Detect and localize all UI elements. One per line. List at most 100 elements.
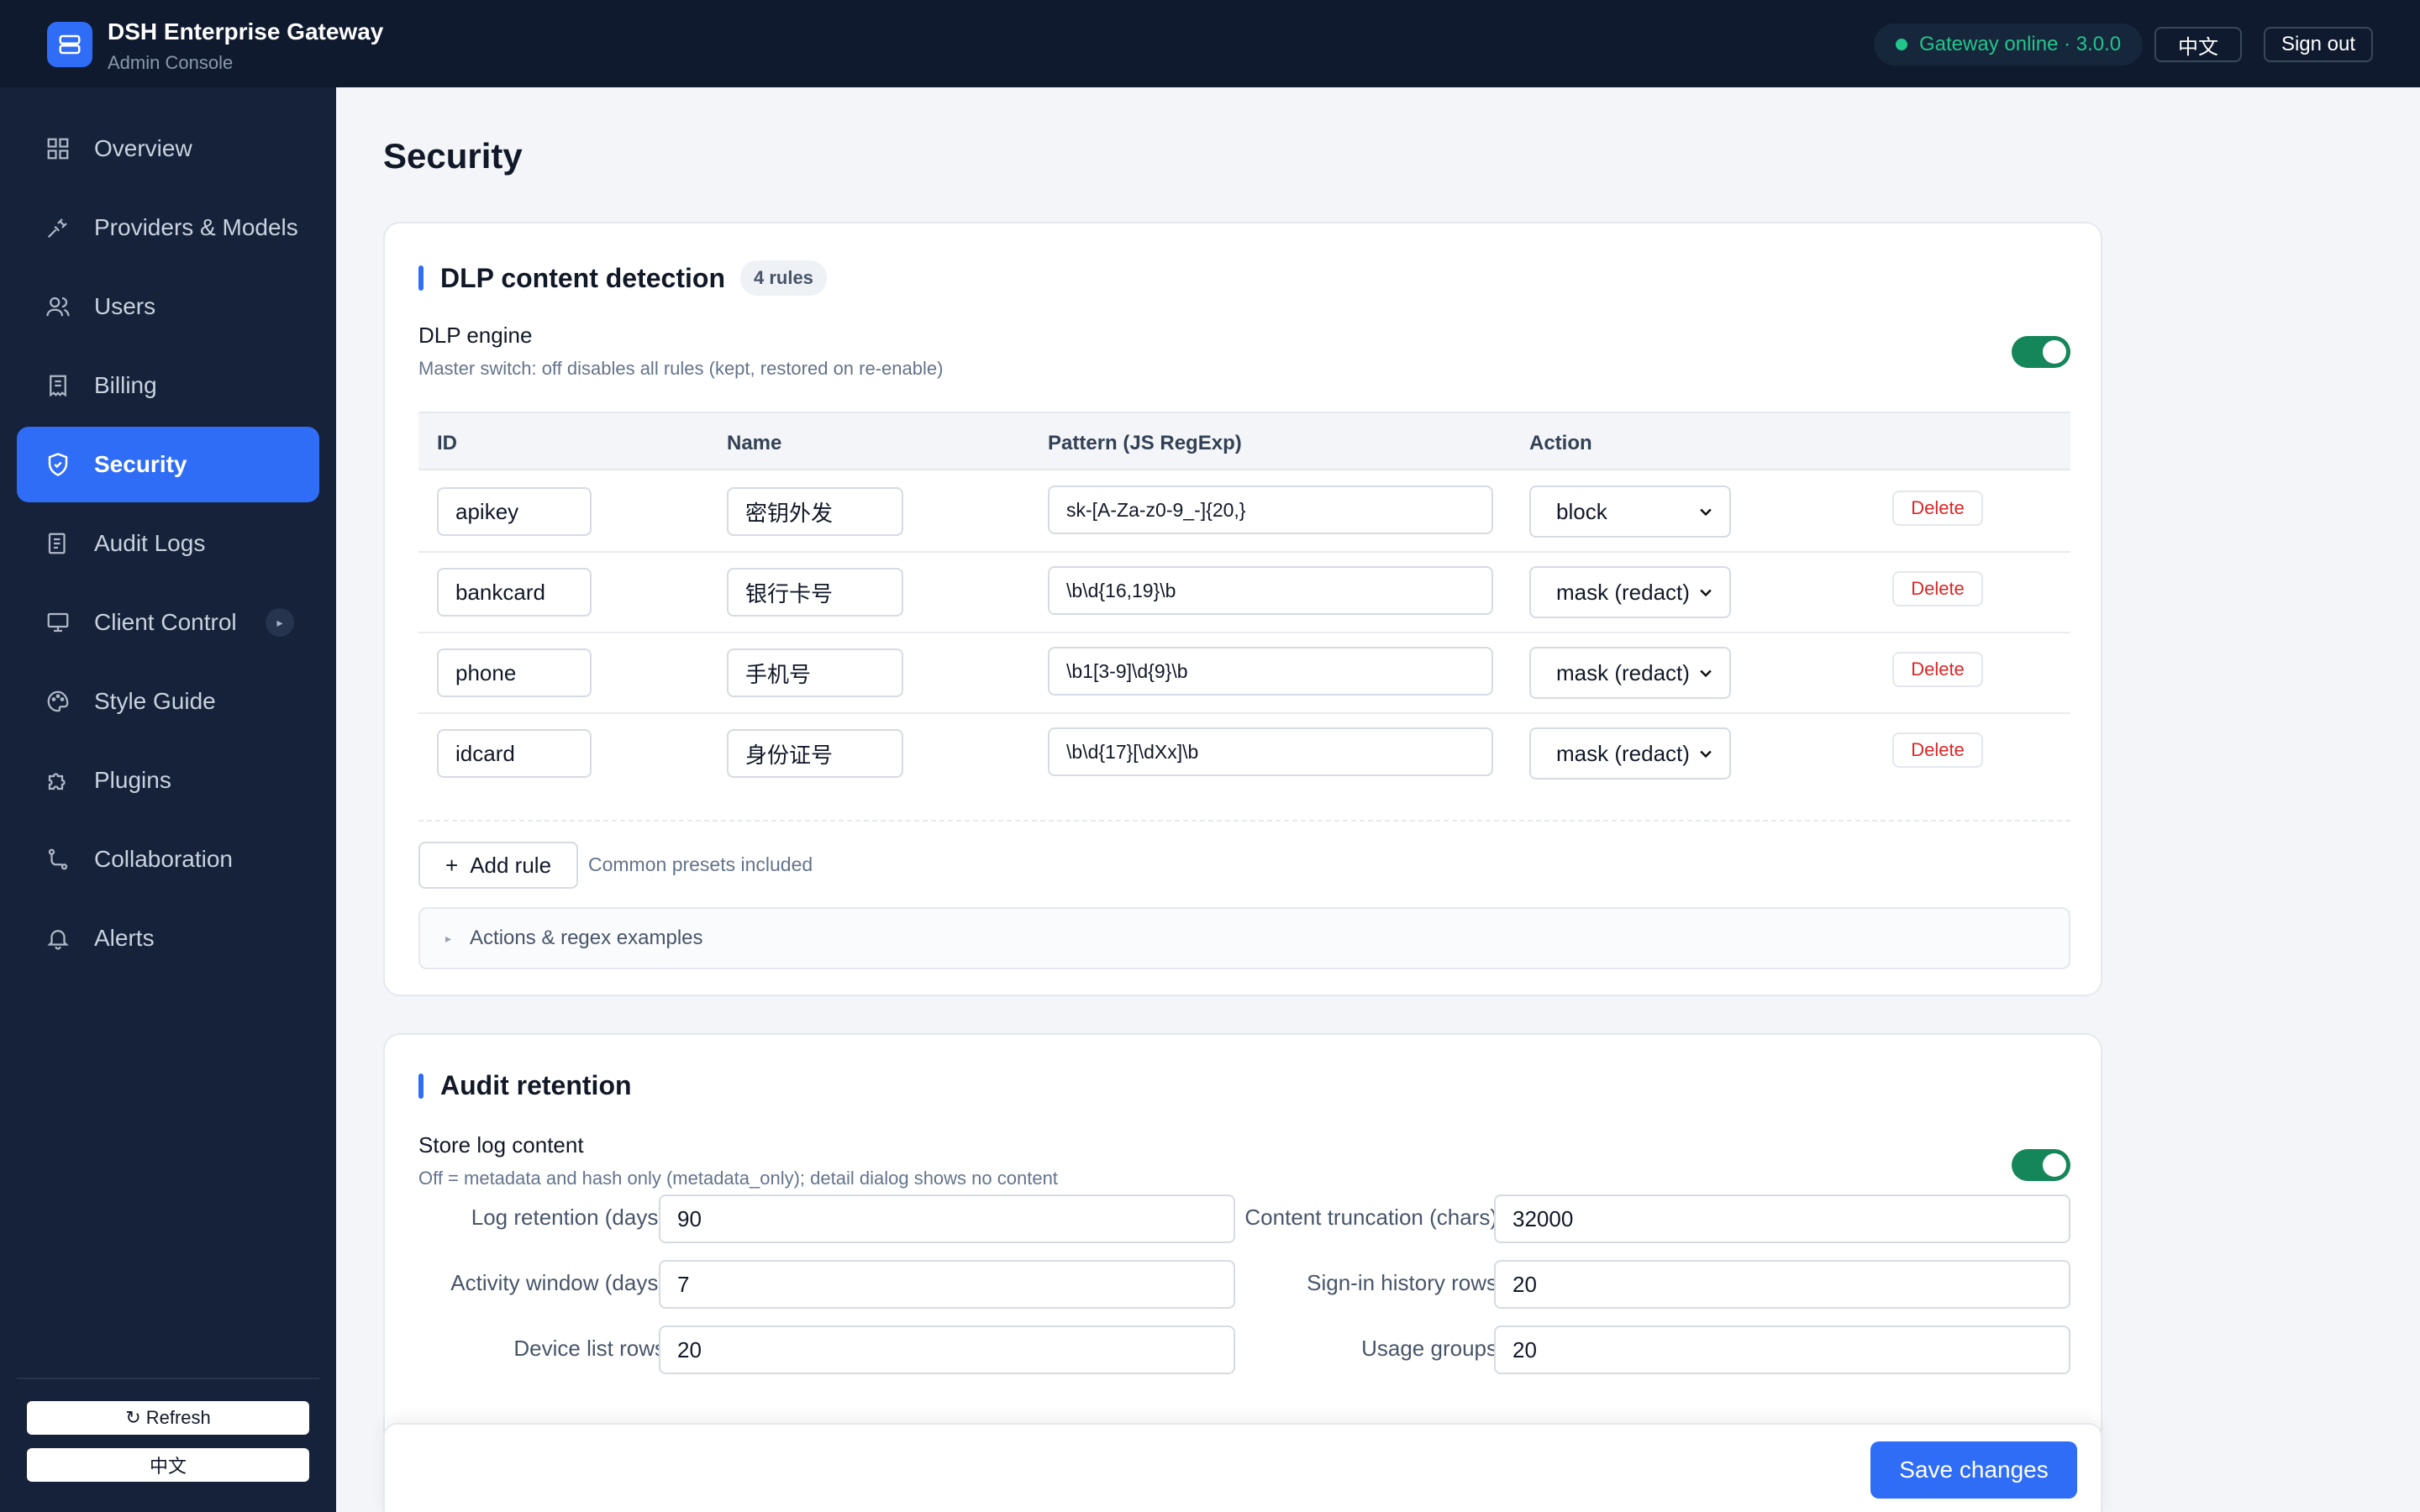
app-subtitle: Admin Console xyxy=(108,52,234,73)
rule-count-badge: 4 rules xyxy=(739,260,827,296)
delete-rule-button[interactable]: Delete xyxy=(1892,732,1983,768)
rule-name-input[interactable]: 密钥外发 xyxy=(727,487,903,536)
dlp-engine-label: DLP engine xyxy=(418,323,533,348)
title-accent-bar xyxy=(418,265,424,291)
sidebar-language-button[interactable]: 中文 xyxy=(27,1448,309,1482)
add-rule-label: Add rule xyxy=(470,852,552,878)
title-accent-bar xyxy=(418,1073,424,1099)
column-header-id: ID xyxy=(437,432,457,454)
rule-name-input[interactable]: 身份证号 xyxy=(727,729,903,778)
sidebar-item-overview[interactable]: Overview xyxy=(17,111,319,186)
add-rule-hint: Common presets included xyxy=(588,853,813,875)
sidebar-item-label: Users xyxy=(94,293,156,319)
column-header-name: Name xyxy=(727,432,782,454)
sidebar-item-security[interactable]: Security xyxy=(17,427,319,502)
sidebar-item-label: Plugins xyxy=(94,767,171,793)
shield-icon xyxy=(44,450,72,479)
plug-icon xyxy=(44,213,72,242)
rule-id-input[interactable]: phone xyxy=(437,648,592,697)
rule-action-select[interactable]: mask (redact) xyxy=(1529,566,1731,618)
sidebar-item-providers[interactable]: Providers & Models xyxy=(17,190,319,265)
sidebar-item-style-guide[interactable]: Style Guide xyxy=(17,664,319,739)
toggle-knob xyxy=(2043,340,2066,364)
sidebar-item-plugins[interactable]: Plugins xyxy=(17,743,319,818)
sidebar-item-label: Style Guide xyxy=(94,688,216,714)
column-header-pattern: Pattern (JS RegExp) xyxy=(1048,432,1242,454)
sidebar-item-client-control[interactable]: Client Control ▸ xyxy=(17,585,319,660)
rule-action-select[interactable]: mask (redact) xyxy=(1529,727,1731,780)
sidebar-item-label: Audit Logs xyxy=(94,530,206,556)
table-row: phone 手机号 \b1[3-9]\d{9}\b mask (redact) … xyxy=(418,633,2070,714)
signin-history-input[interactable]: 20 xyxy=(1494,1260,2070,1309)
sidebar-item-collaboration[interactable]: Collaboration xyxy=(17,822,319,897)
sidebar-item-label: Collaboration xyxy=(94,846,233,872)
audit-title-text: Audit retention xyxy=(440,1070,632,1100)
log-icon xyxy=(44,529,72,558)
sidebar-item-label: Client Control xyxy=(94,609,237,635)
rule-pattern-input[interactable]: sk-[A-Za-z0-9_-]{20,} xyxy=(1048,486,1493,534)
content-truncation-label: Content truncation (chars) xyxy=(1244,1205,1497,1230)
app-title: DSH Enterprise Gateway xyxy=(108,18,384,45)
toggle-knob xyxy=(2043,1153,2066,1177)
rule-action-value: mask (redact) xyxy=(1556,579,1690,605)
content-truncation-input[interactable]: 32000 xyxy=(1494,1194,2070,1243)
top-bar: DSH Enterprise Gateway Admin Console Gat… xyxy=(0,0,2420,87)
sidebar-item-audit-logs[interactable]: Audit Logs xyxy=(17,506,319,581)
sidebar-divider xyxy=(17,1378,319,1379)
usage-groups-input[interactable]: 20 xyxy=(1494,1326,2070,1374)
rule-pattern-input[interactable]: \b1[3-9]\d{9}\b xyxy=(1048,647,1493,696)
rule-name-input[interactable]: 手机号 xyxy=(727,648,903,697)
route-icon xyxy=(44,845,72,874)
chevron-down-icon xyxy=(1700,669,1712,678)
sidebar-item-label: Overview xyxy=(94,135,192,161)
sign-out-button[interactable]: Sign out xyxy=(2264,27,2373,62)
table-row: apikey 密钥外发 sk-[A-Za-z0-9_-]{20,} block … xyxy=(418,472,2070,553)
users-icon xyxy=(44,292,72,321)
status-dot-icon xyxy=(1896,39,1907,50)
puzzle-icon xyxy=(44,766,72,795)
store-content-toggle[interactable] xyxy=(2012,1149,2070,1181)
sidebar-item-billing[interactable]: Billing xyxy=(17,348,319,423)
regex-examples-disclosure[interactable]: ▸ Actions & regex examples xyxy=(418,907,2070,969)
rule-id-input[interactable]: bankcard xyxy=(437,568,592,617)
expand-chevron-icon[interactable]: ▸ xyxy=(266,608,294,637)
sidebar-item-users[interactable]: Users xyxy=(17,269,319,344)
delete-rule-button[interactable]: Delete xyxy=(1892,652,1983,687)
device-list-input[interactable]: 20 xyxy=(659,1326,1235,1374)
rule-action-value: mask (redact) xyxy=(1556,659,1690,685)
refresh-button[interactable]: ↻ Refresh xyxy=(27,1401,309,1435)
sidebar-item-alerts[interactable]: Alerts xyxy=(17,900,319,976)
activity-window-input[interactable]: 7 xyxy=(659,1260,1235,1309)
add-rule-button[interactable]: + Add rule xyxy=(418,842,579,889)
gateway-status-text: Gateway online · 3.0.0 xyxy=(1919,33,2122,55)
rule-id-input[interactable]: apikey xyxy=(437,487,592,536)
rule-action-value: mask (redact) xyxy=(1556,740,1690,766)
dlp-title-text: DLP content detection xyxy=(440,262,725,293)
dlp-card-title: DLP content detection 4 rules xyxy=(418,260,827,296)
log-retention-label: Log retention (days) xyxy=(471,1205,666,1230)
save-changes-button[interactable]: Save changes xyxy=(1870,1441,2077,1499)
delete-rule-button[interactable]: Delete xyxy=(1892,571,1983,606)
store-content-label: Store log content xyxy=(418,1132,584,1158)
language-button[interactable]: 中文 xyxy=(2154,27,2242,62)
rule-id-input[interactable]: idcard xyxy=(437,729,592,778)
server-icon xyxy=(47,22,92,67)
main-content: Security DLP content detection 4 rules D… xyxy=(336,87,2420,1512)
log-retention-input[interactable]: 90 xyxy=(659,1194,1235,1243)
rule-pattern-input[interactable]: \b\d{17}[\dXx]\b xyxy=(1048,727,1493,776)
chevron-down-icon xyxy=(1700,508,1712,517)
rule-action-select[interactable]: block xyxy=(1529,486,1731,538)
save-bar: Save changes xyxy=(383,1423,2102,1512)
delete-rule-button[interactable]: Delete xyxy=(1892,491,1983,526)
rule-action-select[interactable]: mask (redact) xyxy=(1529,647,1731,699)
sidebar-item-label: Security xyxy=(94,451,187,477)
sidebar: Overview Providers & Models Users Billin… xyxy=(0,87,336,1512)
sidebar-item-label: Alerts xyxy=(94,925,155,951)
disclosure-label: Actions & regex examples xyxy=(470,927,703,949)
rule-action-value: block xyxy=(1556,498,1607,524)
dlp-engine-toggle[interactable] xyxy=(2012,336,2070,368)
rule-pattern-input[interactable]: \b\d{16,19}\b xyxy=(1048,566,1493,615)
dlp-card: DLP content detection 4 rules DLP engine… xyxy=(383,222,2102,996)
rule-name-input[interactable]: 银行卡号 xyxy=(727,568,903,617)
device-list-label: Device list rows xyxy=(513,1336,666,1361)
